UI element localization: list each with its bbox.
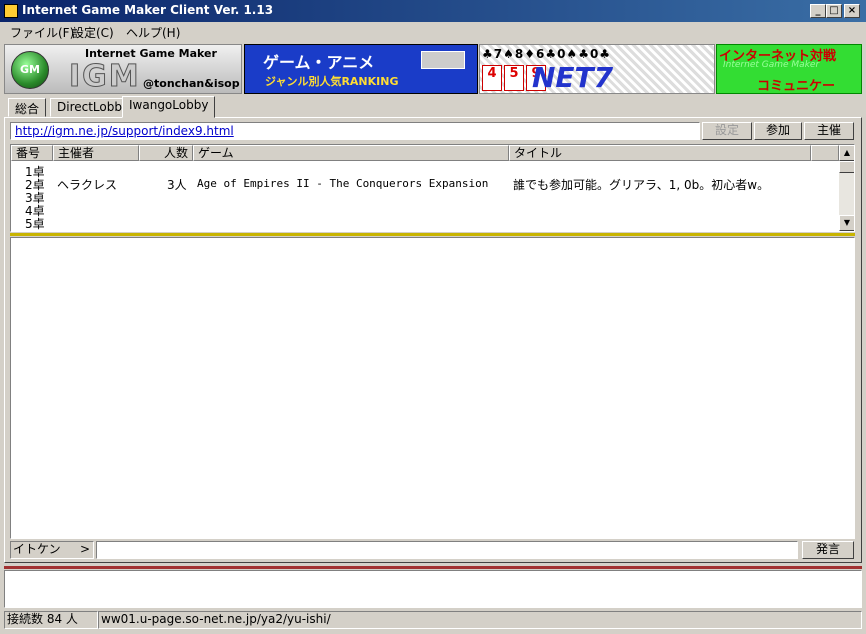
banner-net7-cards: ♣7♠8♦6♣0♠♣0♣	[482, 47, 612, 61]
send-button[interactable]: 発言	[802, 541, 854, 559]
playing-card-icon: 4	[482, 65, 502, 91]
nickname-label: イトケン	[13, 542, 61, 556]
column-header-title[interactable]: タイトル	[509, 145, 811, 161]
log-divider	[4, 566, 862, 569]
igm-emblem-icon: GM	[11, 51, 49, 89]
menu-bar: ファイル(F) 設定(C) ヘルプ(H)	[0, 22, 866, 42]
join-button[interactable]: 参加	[754, 122, 802, 140]
table-cell-players: 3人	[167, 178, 187, 192]
banner-igm-credit: @tonchan&isop	[143, 77, 240, 90]
nickname-box: イトケン >	[10, 541, 94, 559]
tab-iwangolobby[interactable]: IwangoLobby	[122, 96, 216, 118]
window-title: Internet Game Maker Client Ver. 1.13	[22, 3, 274, 17]
tab-general[interactable]: 総合	[8, 98, 47, 117]
banner-community-line2: コミュニケー	[757, 79, 836, 94]
column-header-host[interactable]: 主催者	[53, 145, 139, 161]
column-header-game[interactable]: ゲーム	[193, 145, 509, 161]
banner-igm-logo: IGM	[69, 59, 141, 95]
banner-net7[interactable]: ♣7♠8♦6♣0♠♣0♣ 4 5 9 NET7	[479, 44, 715, 94]
banner-igm[interactable]: GM Internet Game Maker IGM @tonchan&isop	[4, 44, 242, 95]
scroll-thumb[interactable]	[839, 161, 854, 173]
chat-log[interactable]	[10, 237, 855, 539]
table-cell-game: Age of Empires II - The Conquerors Expan…	[197, 177, 489, 190]
banner-ranking-line2: ジャンル別人気RANKING	[265, 75, 399, 88]
table-cell-host: ヘラクレス	[57, 178, 118, 192]
host-button[interactable]: 主催	[804, 122, 854, 140]
menu-settings[interactable]: 設定(C)	[72, 24, 114, 41]
banner-ranking-line1: ゲーム・アニメ	[263, 53, 375, 72]
menu-file[interactable]: ファイル(F)	[10, 24, 74, 41]
status-connections: 接続数 84 人	[4, 611, 98, 629]
app-icon[interactable]	[4, 4, 18, 18]
close-button[interactable]: ×	[844, 4, 860, 18]
title-bar[interactable]: Internet Game Maker Client Ver. 1.13 _ □…	[0, 0, 866, 22]
maximize-button[interactable]: □	[826, 4, 842, 18]
banner-community-line3: Internet Game Maker	[723, 60, 820, 70]
minimize-button[interactable]: _	[810, 4, 826, 18]
scroll-down-icon[interactable]: ▼	[839, 215, 854, 231]
settings-button[interactable]: 設定	[702, 122, 752, 140]
column-header-spacer	[811, 145, 839, 161]
column-header-number[interactable]: 番号	[11, 145, 53, 161]
playing-card-icon: 5	[504, 65, 524, 91]
prompt-symbol: >	[79, 542, 90, 556]
game-console-icon	[421, 51, 465, 69]
support-link[interactable]: http://igm.ne.jp/support/index9.html	[15, 124, 234, 138]
banner-community[interactable]: インターネット対戦 Internet Game Maker コミュニケー	[716, 44, 862, 94]
table-row[interactable]: 5卓	[25, 215, 45, 231]
table-cell-title: 誰でも参加可能。グリアラ、1, 0b。初心者w。	[513, 178, 770, 192]
banner-net7-logo: NET7	[532, 61, 614, 94]
message-input[interactable]	[96, 541, 798, 559]
game-table[interactable]: 番号 主催者 人数 ゲーム タイトル 1卓 2卓 ヘラクレス 3人 Age of…	[10, 144, 855, 232]
menu-help[interactable]: ヘルプ(H)	[126, 24, 180, 41]
system-log[interactable]	[4, 570, 862, 608]
scroll-up-icon[interactable]: ▲	[839, 145, 854, 161]
url-field[interactable]: http://igm.ne.jp/support/index9.html	[10, 122, 700, 140]
table-scrollbar[interactable]: ▲ ▼	[839, 145, 854, 231]
banner-ranking[interactable]: ゲーム・アニメ ジャンル別人気RANKING	[244, 44, 478, 94]
pane-splitter[interactable]	[10, 233, 855, 236]
column-header-players[interactable]: 人数	[139, 145, 193, 161]
status-url: ww01.u-page.so-net.ne.jp/ya2/yu-ishi/	[98, 611, 862, 629]
